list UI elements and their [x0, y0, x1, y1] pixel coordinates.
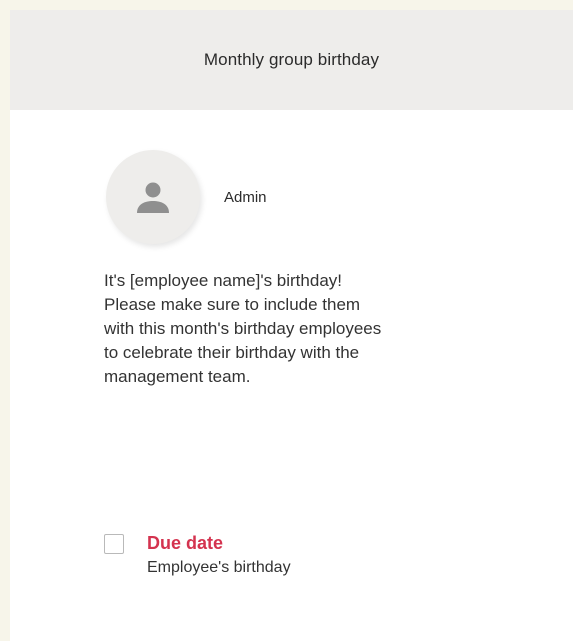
due-date-section: Due date Employee's birthday	[104, 530, 291, 580]
person-icon	[137, 182, 169, 213]
due-date-checkbox[interactable]	[104, 534, 124, 554]
due-date-text: Due date Employee's birthday	[147, 530, 291, 580]
due-date-label: Due date	[147, 533, 224, 553]
avatar	[106, 150, 200, 244]
message-body: It's [employee name]'s birthday! Please …	[104, 271, 382, 386]
author-name: Admin	[224, 189, 267, 206]
card-title: Monthly group birthday	[203, 50, 380, 69]
card-header: Monthly group birthday	[10, 10, 573, 110]
birthday-card: Monthly group birthday Admin It's [emplo…	[10, 10, 573, 641]
due-date-value: Employee's birthday	[147, 559, 291, 576]
